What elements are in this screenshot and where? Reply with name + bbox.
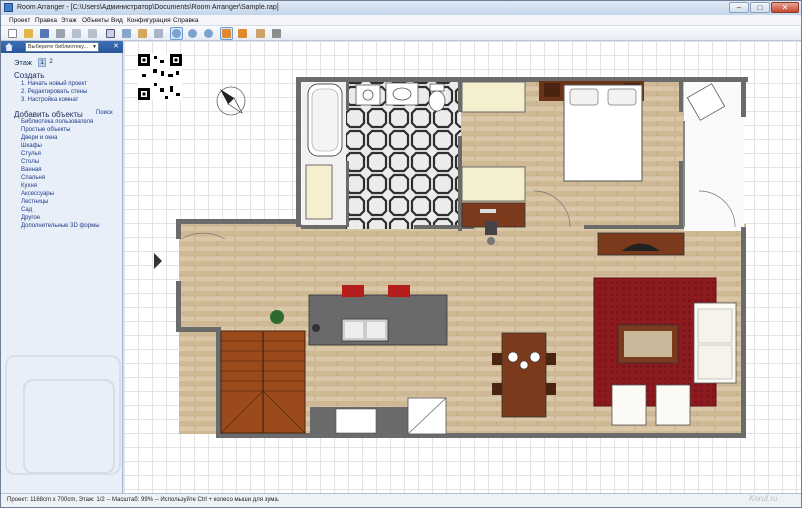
undo-icon[interactable] (71, 28, 82, 39)
object-category-item[interactable]: Лестницы (21, 199, 48, 205)
chevron-down-icon: ▼ (92, 44, 97, 50)
bath-cabinet (305, 164, 333, 220)
plant (270, 310, 284, 324)
qr-code (138, 54, 182, 100)
menu-config[interactable]: Конфигурация (127, 17, 171, 24)
menu-floor[interactable]: Этаж (61, 17, 77, 24)
object-category-item[interactable]: Стулья (21, 151, 41, 157)
create-section-title: Создать (14, 71, 45, 80)
zoom-in-icon[interactable] (187, 28, 198, 39)
floor-plan (138, 54, 748, 438)
object-category-item[interactable]: Двери и окна (21, 135, 58, 141)
walk-3d-icon[interactable] (271, 28, 282, 39)
entrance-arrow-icon (154, 253, 162, 269)
washbasin (355, 84, 381, 106)
object-category-item[interactable]: Шкафы (21, 143, 42, 149)
toolbar (1, 26, 801, 41)
sidebar-header: Выберите библиотеку... ▼ ✕ (1, 41, 123, 53)
sidebar-decor (23, 379, 115, 474)
open-icon[interactable] (23, 28, 34, 39)
sink-cabinet (385, 82, 419, 106)
wardrobe (461, 166, 526, 202)
menu-edit[interactable]: Правка (35, 17, 57, 24)
save-icon[interactable] (39, 28, 50, 39)
add-objects-title: Добавить объекты (14, 110, 83, 119)
rotate-icon[interactable] (121, 28, 132, 39)
app-icon (4, 3, 13, 12)
render-3d-icon[interactable] (255, 28, 266, 39)
grid-icon[interactable] (153, 28, 164, 39)
object-category-item[interactable]: Спальня (21, 175, 45, 181)
create-link-edit-walls[interactable]: 2. Редактировать стены (21, 89, 87, 95)
new-project-icon[interactable] (7, 28, 18, 39)
menu-help[interactable]: Справка (173, 17, 199, 24)
close-button[interactable]: ✕ (771, 2, 799, 13)
redo-icon[interactable] (87, 28, 98, 39)
object-category-item[interactable]: Другое (21, 215, 40, 221)
floor-label: Этаж (14, 58, 32, 67)
menu-project[interactable]: Проект (9, 17, 30, 24)
compass-icon (216, 86, 246, 116)
floor-tab-1[interactable]: 1 (38, 58, 46, 67)
zoom-out-icon[interactable] (203, 28, 214, 39)
bar-stool (388, 285, 410, 297)
bar-stool (342, 285, 364, 297)
select-icon[interactable] (105, 28, 116, 39)
measure-icon[interactable] (137, 28, 148, 39)
app-window: Room Arranger - [C:\Users\Администратор\… (0, 0, 802, 508)
view-3d-icon[interactable] (237, 28, 248, 39)
floor-plan-canvas[interactable] (124, 41, 801, 493)
menu-bar: Проект Правка Этаж Объекты Вид Конфигура… (1, 15, 801, 26)
wardrobe (461, 81, 526, 113)
object-category-item[interactable]: Столы (21, 159, 39, 165)
library-select[interactable]: Выберите библиотеку... ▼ (25, 42, 99, 52)
watermark: Koruf.ru (749, 494, 778, 503)
stove (335, 408, 377, 434)
print-icon[interactable] (55, 28, 66, 39)
minimize-button[interactable]: – (729, 2, 749, 13)
zoom-fit-icon[interactable] (170, 27, 183, 40)
armchair (611, 384, 647, 426)
library-select-value: Выберите библиотеку... (28, 44, 89, 50)
object-category-item[interactable]: Простые объекты (21, 127, 70, 133)
maximize-button[interactable]: □ (750, 2, 770, 13)
staircase (220, 330, 306, 434)
create-link-room-setup[interactable]: 3. Настройка комнат (21, 97, 78, 103)
sidebar: Выберите библиотеку... ▼ ✕ Этаж 1 2 Созд… (1, 41, 123, 493)
status-bar: Проект: 1168cm x 700cm, Этаж: 1/2 -- Мас… (1, 493, 801, 507)
home-icon[interactable] (5, 43, 13, 51)
object-category-item[interactable]: Дополнительные 3D формы (21, 223, 100, 229)
window-title: Room Arranger - [C:\Users\Администратор\… (17, 4, 279, 11)
toilet (428, 90, 446, 112)
title-bar[interactable]: Room Arranger - [C:\Users\Администратор\… (1, 1, 801, 15)
office-chair (485, 221, 497, 235)
close-icon[interactable]: ✕ (113, 42, 119, 50)
status-text: Проект: 1168cm x 700cm, Этаж: 1/2 -- Мас… (7, 497, 280, 503)
view-2d-icon[interactable] (220, 27, 233, 40)
armchair (655, 384, 691, 426)
dining-table (501, 332, 547, 418)
menu-objects[interactable]: Объекты (82, 17, 109, 24)
search-link[interactable]: Поиск (96, 110, 113, 116)
create-link-new-project[interactable]: 1. Начать новый проект (21, 81, 87, 87)
object-category-item[interactable]: Кухня (21, 183, 37, 189)
object-category-item[interactable]: Ванная (21, 167, 42, 173)
floor-tab-2[interactable]: 2 (47, 58, 55, 67)
object-category-item[interactable]: Библиотека пользователя (21, 119, 93, 125)
object-category-item[interactable]: Сад (21, 207, 32, 213)
object-category-item[interactable]: Аксессуары (21, 191, 54, 197)
menu-view[interactable]: Вид (111, 17, 123, 24)
